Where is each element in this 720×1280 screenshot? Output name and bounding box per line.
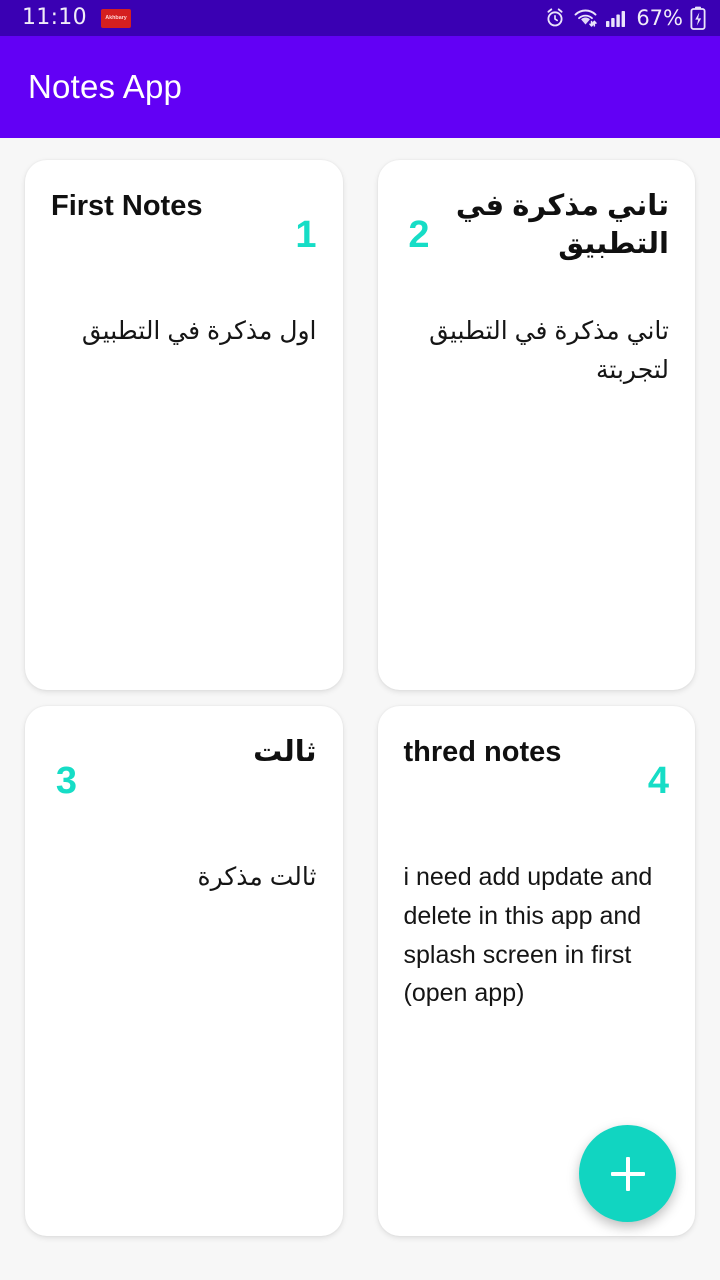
note-header: تاني مذكرة في التطبيق 2 <box>404 188 669 284</box>
status-clock: 11:10 <box>22 5 87 30</box>
page-title: Notes App <box>28 68 183 105</box>
notification-app-icon[interactable]: Akhbary <box>100 8 131 28</box>
note-number: 2 <box>408 214 430 256</box>
note-header: First Notes 1 <box>51 188 317 284</box>
note-card[interactable]: تاني مذكرة في التطبيق 2 تاني مذكرة في ال… <box>377 160 695 690</box>
note-header: thred notes 4 <box>404 734 670 830</box>
cellular-signal-icon <box>605 8 627 28</box>
note-card[interactable]: First Notes 1 اول مذكرة في التطبيق <box>25 160 343 690</box>
note-title: تاني مذكرة في التطبيق <box>455 190 669 260</box>
battery-percent-label: 67% <box>636 5 683 30</box>
add-note-fab[interactable] <box>579 1125 676 1222</box>
status-bar: 11:10 Akhbary 67% <box>0 0 720 36</box>
note-body: اول مذكرة في التطبيق <box>81 317 317 345</box>
wifi-icon <box>573 7 598 29</box>
note-card[interactable]: ثالت 3 ثالت مذكرة <box>25 706 343 1236</box>
note-body: i need add update and delete in this app… <box>403 863 653 1008</box>
battery-charging-icon <box>690 6 706 30</box>
notes-grid: First Notes 1 اول مذكرة في التطبيق تاني … <box>0 138 720 1236</box>
note-number: 4 <box>647 760 669 802</box>
note-body: تاني مذكرة في التطبيق لتجربتة <box>429 317 669 384</box>
plus-icon <box>610 1156 645 1191</box>
phone-screen: 11:10 Akhbary 67% Notes App First Notes … <box>0 0 720 1280</box>
note-title: First Notes <box>51 190 203 222</box>
app-bar: Notes App <box>0 36 720 138</box>
note-number: 3 <box>55 760 77 802</box>
note-body: ثالت مذكرة <box>197 863 317 891</box>
note-header: ثالت 3 <box>51 734 317 830</box>
notification-app-label: Akhbary <box>105 15 127 21</box>
notes-scroll-area[interactable]: First Notes 1 اول مذكرة في التطبيق تاني … <box>0 138 720 1280</box>
note-title: thred notes <box>403 736 562 768</box>
note-title: ثالت <box>253 736 317 768</box>
status-bar-right: 67% <box>544 6 706 30</box>
alarm-icon <box>544 7 566 29</box>
note-number: 1 <box>295 214 317 256</box>
status-bar-left: 11:10 Akhbary <box>22 7 131 29</box>
